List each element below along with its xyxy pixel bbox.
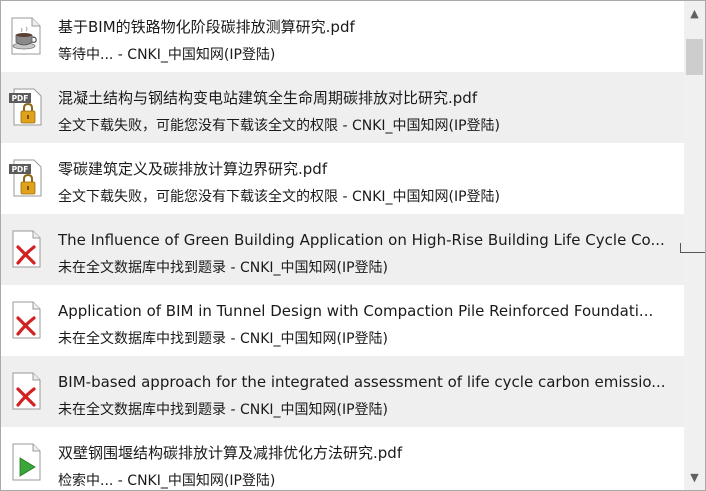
failed-red-x-icon	[12, 230, 41, 268]
item-title: 基于BIM的铁路物化阶段碳排放测算研究.pdf	[58, 18, 355, 36]
item-status: 全文下载失败，可能您没有下载该全文的权限 - CNKI_中国知网(IP登陆)	[58, 189, 501, 205]
item-status: 检索中... - CNKI_中国知网(IP登陆)	[58, 473, 276, 489]
failed-red-x-icon	[12, 372, 41, 410]
item-status: 未在全文数据库中找到题录 - CNKI_中国知网(IP登陆)	[58, 260, 389, 276]
coffee-cup-icon	[11, 17, 41, 55]
item-status: 未在全文数据库中找到题录 - CNKI_中国知网(IP登陆)	[58, 331, 389, 347]
list-item[interactable]: BIM-based approach for the integrated as…	[1, 356, 684, 427]
item-title: BIM-based approach for the integrated as…	[58, 373, 666, 391]
item-title: Application of BIM in Tunnel Design with…	[58, 302, 654, 320]
list-item[interactable]: PDF 零碳建筑定义及碳排放计算边界研究.pdf 全文下载失败，可能您没有下载该…	[1, 143, 684, 214]
pdf-locked-icon: PDF	[9, 159, 42, 197]
item-status: 未在全文数据库中找到题录 - CNKI_中国知网(IP登陆)	[58, 402, 389, 418]
scroll-thumb[interactable]	[686, 39, 703, 75]
list-item[interactable]: Application of BIM in Tunnel Design with…	[1, 285, 684, 356]
vertical-scrollbar[interactable]: ▲ ▼	[684, 1, 705, 490]
resize-cursor-mark	[680, 252, 705, 253]
pdf-locked-icon: PDF	[9, 88, 42, 126]
list-item[interactable]: The Influence of Green Building Applicat…	[1, 214, 684, 285]
list-item[interactable]: 基于BIM的铁路物化阶段碳排放测算研究.pdf 等待中... - CNKI_中国…	[1, 1, 684, 72]
download-list[interactable]: 基于BIM的铁路物化阶段碳排放测算研究.pdf 等待中... - CNKI_中国…	[1, 1, 684, 490]
play-green-icon	[12, 443, 41, 481]
item-title: 零碳建筑定义及碳排放计算边界研究.pdf	[58, 160, 328, 178]
list-item[interactable]: PDF 混凝土结构与钢结构变电站建筑全生命周期碳排放对比研究.pdf 全文下载失…	[1, 72, 684, 143]
list-item[interactable]: 双壁钢围堰结构碳排放计算及减排优化方法研究.pdf 检索中... - CNKI_…	[1, 427, 684, 490]
item-status: 全文下载失败，可能您没有下载该全文的权限 - CNKI_中国知网(IP登陆)	[58, 118, 501, 134]
item-title: The Influence of Green Building Applicat…	[58, 231, 665, 249]
scroll-up-icon[interactable]: ▲	[684, 3, 705, 25]
failed-red-x-icon	[12, 301, 41, 339]
scroll-down-icon[interactable]: ▼	[684, 467, 705, 489]
item-title: 双壁钢围堰结构碳排放计算及减排优化方法研究.pdf	[58, 444, 403, 462]
item-title: 混凝土结构与钢结构变电站建筑全生命周期碳排放对比研究.pdf	[58, 89, 478, 107]
item-status: 等待中... - CNKI_中国知网(IP登陆)	[58, 47, 276, 63]
svg-text:PDF: PDF	[12, 94, 29, 103]
download-list-window: 基于BIM的铁路物化阶段碳排放测算研究.pdf 等待中... - CNKI_中国…	[0, 0, 706, 491]
svg-text:PDF: PDF	[12, 165, 29, 174]
